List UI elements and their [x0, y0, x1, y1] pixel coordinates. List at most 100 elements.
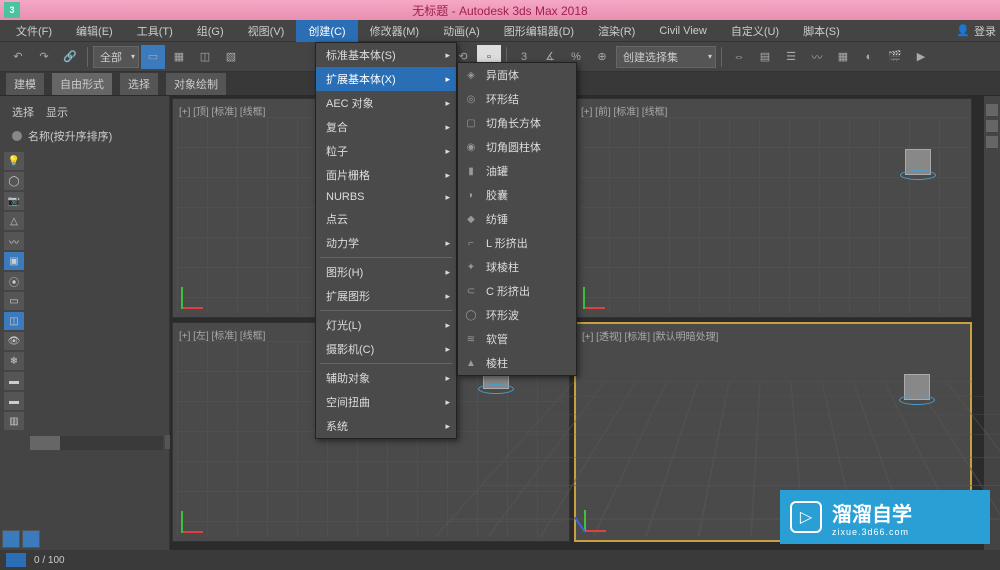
menu-Civil View[interactable]: Civil View	[647, 22, 718, 40]
menu-item[interactable]: 动力学▸	[316, 231, 456, 255]
filter-container-icon[interactable]: ▥	[4, 412, 24, 430]
menu-渲染R[interactable]: 渲染(R)	[586, 20, 647, 42]
submenu-item[interactable]: ✦球棱柱	[458, 255, 576, 279]
redo-icon[interactable]: ↷	[32, 45, 56, 69]
layout-button[interactable]	[22, 530, 40, 548]
submenu-item[interactable]: ▢切角长方体	[458, 111, 576, 135]
submenu-item[interactable]: ⊂C 形挤出	[458, 279, 576, 303]
display-tab[interactable]: 显示	[46, 104, 68, 120]
filter-group-icon[interactable]: ▭	[4, 292, 24, 310]
menu-item[interactable]: 辅助对象▸	[316, 366, 456, 390]
menu-自定义U[interactable]: 自定义(U)	[719, 20, 791, 42]
menu-组G[interactable]: 组(G)	[185, 20, 236, 42]
filter-hidden-icon[interactable]: 👁	[4, 332, 24, 350]
filter-camera-icon[interactable]: 📷	[4, 192, 24, 210]
curve-editor-icon[interactable]: 〰	[805, 45, 829, 69]
filter-helper-icon[interactable]: △	[4, 212, 24, 230]
material-icon[interactable]: ◐	[857, 45, 881, 69]
link-icon[interactable]: 🔗	[58, 45, 82, 69]
menu-item[interactable]: NURBS▸	[316, 187, 456, 207]
schematic-icon[interactable]: ▦	[831, 45, 855, 69]
filter-bone-icon[interactable]: ⦿	[4, 272, 24, 290]
menu-创建C[interactable]: 创建(C)	[296, 20, 357, 42]
viewport-label[interactable]: [+] [透视] [标准] [默认明暗处理]	[582, 328, 718, 343]
submenu-item[interactable]: ▲棱柱	[458, 351, 576, 375]
menu-图形编辑器D[interactable]: 图形编辑器(D)	[492, 20, 586, 42]
menu-item[interactable]: 粒子▸	[316, 139, 456, 163]
menu-item[interactable]: 摄影机(C)▸	[316, 337, 456, 361]
submenu-item[interactable]: ◈异面体	[458, 63, 576, 87]
viewport-label[interactable]: [+] [左] [标准] [线框]	[179, 327, 265, 342]
window-cross-icon[interactable]: ▧	[219, 45, 243, 69]
menu-编辑E[interactable]: 编辑(E)	[64, 20, 125, 42]
panel-toggle-icon[interactable]	[986, 136, 998, 148]
menu-item[interactable]: 图形(H)▸	[316, 260, 456, 284]
menu-item[interactable]: 系统▸	[316, 414, 456, 438]
mirror-icon[interactable]: ⇔	[727, 45, 751, 69]
select-tab[interactable]: 选择	[12, 104, 34, 120]
menu-修改器M[interactable]: 修改器(M)	[358, 20, 432, 42]
filter-xref-icon[interactable]: ◫	[4, 312, 24, 330]
primitive-icon: ◆	[464, 212, 478, 226]
spinner-snap-icon[interactable]: ⊕	[590, 45, 614, 69]
viewport-front[interactable]: [+] [前] [标准] [线框]	[574, 98, 972, 318]
select-name-icon[interactable]: ▦	[167, 45, 191, 69]
render-icon[interactable]: ▶	[909, 45, 933, 69]
selection-set-dropdown[interactable]: 创建选择集	[616, 46, 716, 68]
user-icon: 👤	[956, 24, 970, 37]
submenu-item[interactable]: ◆纺锤	[458, 207, 576, 231]
filter-dropdown[interactable]: 全部	[93, 46, 139, 68]
layer-icon[interactable]: ☰	[779, 45, 803, 69]
menu-item[interactable]: AEC 对象▸	[316, 91, 456, 115]
menu-item[interactable]: 扩展图形▸	[316, 284, 456, 308]
menu-item[interactable]: 面片栅格▸	[316, 163, 456, 187]
filter-frozen2-icon[interactable]: ▬	[4, 372, 24, 390]
undo-icon[interactable]: ↶	[6, 45, 30, 69]
menu-脚本S[interactable]: 脚本(S)	[791, 20, 852, 42]
filter-frozen3-icon[interactable]: ▬	[4, 392, 24, 410]
select-icon[interactable]: ▭	[141, 45, 165, 69]
submenu-item[interactable]: ▮油罐	[458, 159, 576, 183]
filter-frozen-icon[interactable]: ❄	[4, 352, 24, 370]
panel-toggle-icon[interactable]	[986, 104, 998, 116]
submenu-label: 环形结	[486, 91, 519, 107]
ribbon-tab[interactable]: 自由形式	[52, 73, 112, 95]
menu-视图V[interactable]: 视图(V)	[236, 20, 297, 42]
login-button[interactable]: 👤 登录	[956, 23, 996, 39]
submenu-item[interactable]: ◎环形结	[458, 87, 576, 111]
filter-geom-icon[interactable]: ▣	[4, 252, 24, 270]
menu-item[interactable]: 标准基本体(S)▸	[316, 43, 456, 67]
submenu-item[interactable]: ≋软管	[458, 327, 576, 351]
rect-select-icon[interactable]: ◫	[193, 45, 217, 69]
menu-item[interactable]: 灯光(L)▸	[316, 313, 456, 337]
menu-item[interactable]: 空间扭曲▸	[316, 390, 456, 414]
time-slider-start[interactable]	[6, 553, 26, 567]
submenu-label: 棱柱	[486, 355, 508, 371]
ribbon-tab[interactable]: 选择	[120, 73, 158, 95]
menu-动画A[interactable]: 动画(A)	[431, 20, 492, 42]
viewport-label[interactable]: [+] [顶] [标准] [线框]	[179, 103, 265, 118]
filter-shape-icon[interactable]: ◯	[4, 172, 24, 190]
primitive-icon: ▢	[464, 116, 478, 130]
explorer-scrollbar[interactable]: ▸	[30, 436, 163, 450]
ribbon-tab[interactable]: 对象绘制	[166, 73, 226, 95]
menu-item[interactable]: 扩展基本体(X)▸	[316, 67, 456, 91]
ribbon-tab[interactable]: 建模	[6, 73, 44, 95]
render-setup-icon[interactable]: 🎬	[883, 45, 907, 69]
filter-light-icon[interactable]: 💡	[4, 152, 24, 170]
filter-warp-icon[interactable]: 〰	[4, 232, 24, 250]
sort-label: 名称(按升序排序)	[28, 128, 112, 144]
menu-item[interactable]: 复合▸	[316, 115, 456, 139]
layout-button[interactable]	[2, 530, 20, 548]
menu-工具T[interactable]: 工具(T)	[125, 20, 185, 42]
sort-row[interactable]: 名称(按升序排序)	[4, 124, 165, 148]
menu-item[interactable]: 点云	[316, 207, 456, 231]
viewport-label[interactable]: [+] [前] [标准] [线框]	[581, 103, 667, 118]
menu-文件F[interactable]: 文件(F)	[4, 20, 64, 42]
panel-toggle-icon[interactable]	[986, 120, 998, 132]
submenu-item[interactable]: ⌐L 形挤出	[458, 231, 576, 255]
submenu-item[interactable]: ◉切角圆柱体	[458, 135, 576, 159]
submenu-item[interactable]: ◗胶囊	[458, 183, 576, 207]
submenu-item[interactable]: ◯环形波	[458, 303, 576, 327]
align-icon[interactable]: ▤	[753, 45, 777, 69]
